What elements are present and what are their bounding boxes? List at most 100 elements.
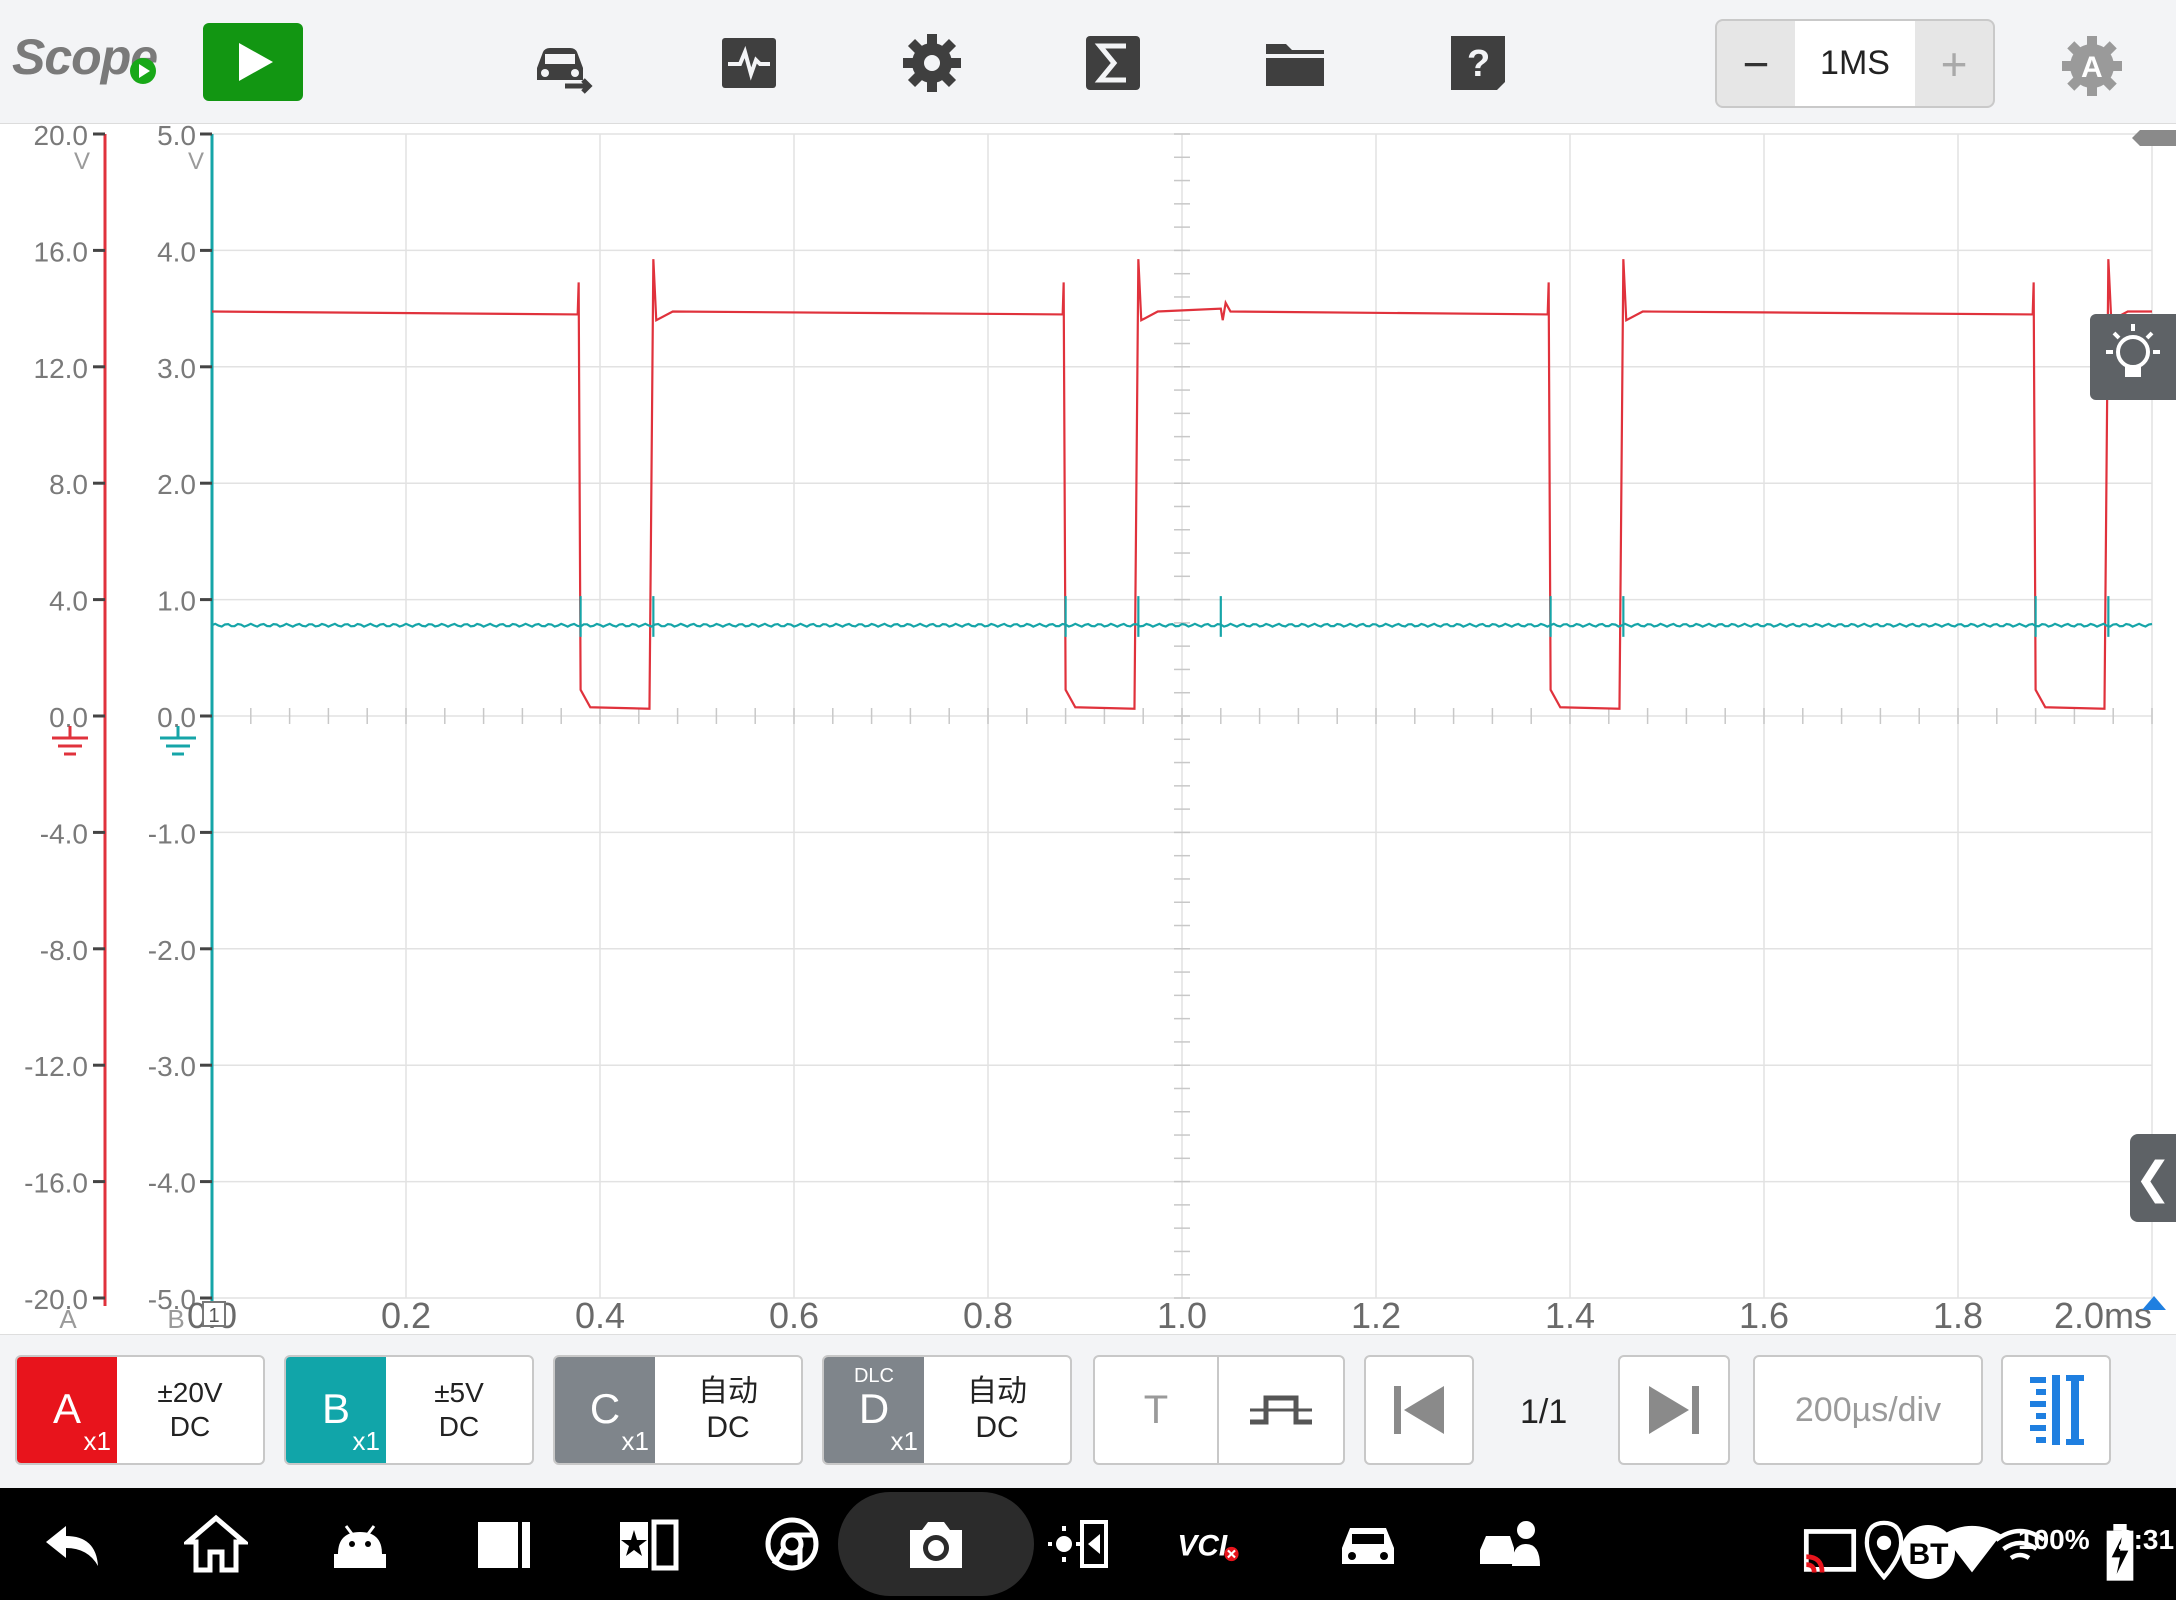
channel-a-tick-label: 16.0 bbox=[34, 236, 89, 267]
vci-connection-icon[interactable]: VCI bbox=[1176, 1514, 1266, 1574]
cast-icon bbox=[1798, 1522, 1857, 1573]
channel-a-tick-label: 8.0 bbox=[49, 469, 88, 500]
channel-b-tick-label: -4.0 bbox=[148, 1168, 196, 1199]
x-tick-label: 0.4 bbox=[575, 1295, 625, 1334]
channel-d-coupling: DC bbox=[975, 1411, 1019, 1444]
scope-plot[interactable]: 20.016.012.08.04.00.0-4.0-8.0-12.0-16.0-… bbox=[0, 124, 2176, 1334]
math-sigma-icon[interactable] bbox=[1078, 28, 1148, 98]
brightness-volume-icon[interactable] bbox=[1046, 1514, 1110, 1574]
channel-b-range-value: ±5V bbox=[434, 1377, 484, 1409]
channel-control-bar: A x1 ±20V DC B x1 ±5V DC C x1 自动 DC DLC … bbox=[0, 1334, 2176, 1488]
favorites-icon[interactable] bbox=[616, 1514, 680, 1574]
timebase-value: 200µs/div bbox=[1794, 1390, 1942, 1429]
cursor-measure-icon bbox=[2030, 1375, 2084, 1445]
technician-icon[interactable] bbox=[1478, 1514, 1542, 1574]
channel-a-tick-label: -4.0 bbox=[40, 818, 88, 849]
x-tick-label: 0.8 bbox=[963, 1295, 1013, 1334]
x-tick-label: 1.8 bbox=[1933, 1295, 1983, 1334]
record-indicator-icon bbox=[130, 58, 156, 84]
channel-a-coupling: DC bbox=[169, 1411, 211, 1442]
chevron-left-icon: ❮ bbox=[2134, 1153, 2172, 1203]
timescale-increase-button[interactable]: + bbox=[1915, 21, 1993, 106]
top-toolbar: Scope ? − 1MS + A bbox=[0, 0, 2176, 124]
settings-gear-icon[interactable] bbox=[897, 28, 967, 98]
channel-d-range[interactable]: 自动 DC bbox=[924, 1357, 1070, 1463]
home-icon[interactable] bbox=[181, 1514, 251, 1574]
channel-b-tick-label: 4.0 bbox=[157, 236, 196, 267]
channel-b-tick-label: 2.0 bbox=[157, 469, 196, 500]
trigger-edge-button[interactable] bbox=[1219, 1357, 1343, 1463]
channel-c-range-value: 自动 bbox=[698, 1375, 758, 1408]
channel-a-card[interactable]: A x1 ±20V DC bbox=[15, 1355, 265, 1465]
bluetooth-badge-icon: BT bbox=[1896, 1522, 1955, 1579]
folder-icon[interactable] bbox=[1260, 28, 1330, 98]
x-tick-label: 2.0ms bbox=[2054, 1295, 2152, 1334]
back-icon[interactable] bbox=[40, 1514, 104, 1574]
channel-a-axis-name: A bbox=[59, 1304, 77, 1334]
timebase-display[interactable]: 200µs/div bbox=[1753, 1355, 1983, 1465]
battery-percent: 100% bbox=[2018, 1524, 2090, 1555]
channel-c-card[interactable]: C x1 自动 DC bbox=[553, 1355, 803, 1465]
channel-b-range[interactable]: ±5V DC bbox=[386, 1357, 532, 1463]
x-tick-label: 0.2 bbox=[381, 1295, 431, 1334]
battery-charging-icon bbox=[2088, 1524, 2134, 1581]
channel-a-badge[interactable]: A x1 bbox=[17, 1357, 117, 1463]
trigger-position-label: 1 bbox=[208, 1305, 219, 1327]
channel-d-range-value: 自动 bbox=[967, 1375, 1027, 1408]
channel-b-badge[interactable]: B x1 bbox=[286, 1357, 386, 1463]
channel-a-range[interactable]: ±20V DC bbox=[117, 1357, 263, 1463]
scope-display[interactable]: 20.0 16.0 12.0 8.0 4.0 0.0 -4.0 -8.0 -12.0 -16.0-… bbox=[0, 124, 2176, 1334]
channel-a-tick-label: -12.0 bbox=[24, 1051, 88, 1082]
recent-apps-icon[interactable] bbox=[472, 1514, 536, 1574]
channel-d-multiplier: x1 bbox=[890, 1426, 918, 1456]
run-button[interactable] bbox=[203, 23, 303, 101]
skip-next-icon bbox=[1649, 1386, 1699, 1434]
x-tick-label: 1.0 bbox=[1157, 1295, 1207, 1334]
location-icon bbox=[1852, 1520, 1904, 1581]
channel-c-range[interactable]: 自动 DC bbox=[655, 1357, 801, 1463]
previous-frame-button[interactable] bbox=[1364, 1355, 1474, 1465]
system-navigation-bar: VCI BT 100% 2:31 bbox=[0, 1488, 2176, 1600]
skip-previous-icon bbox=[1394, 1386, 1444, 1434]
x-tick-label: 1.2 bbox=[1351, 1295, 1401, 1334]
screenshot-button[interactable] bbox=[838, 1492, 1034, 1596]
channel-b-card[interactable]: B x1 ±5V DC bbox=[284, 1355, 534, 1465]
clock: 2:31 bbox=[2118, 1524, 2175, 1555]
channel-b-multiplier: x1 bbox=[352, 1426, 380, 1456]
pulse-edge-icon bbox=[1250, 1395, 1312, 1425]
frame-page-indicator: 1/1 bbox=[1520, 1393, 1568, 1431]
channel-b-tick-label: 5.0 bbox=[157, 124, 196, 151]
channel-a-tick-label: 4.0 bbox=[49, 586, 88, 617]
channel-c-multiplier: x1 bbox=[621, 1426, 649, 1456]
help-icon-label: ? bbox=[1467, 43, 1490, 85]
timescale-value: 1MS bbox=[1795, 21, 1915, 106]
channel-d-badge[interactable]: DLC D x1 bbox=[824, 1357, 924, 1463]
channel-offset-marker bbox=[2132, 130, 2176, 146]
side-panel-expand-button[interactable]: ❮ bbox=[2130, 1134, 2176, 1222]
channel-c-coupling: DC bbox=[706, 1411, 750, 1444]
channel-a-tick-label: -20.0 bbox=[24, 1284, 88, 1315]
channel-c-badge[interactable]: C x1 bbox=[555, 1357, 655, 1463]
channel-a-tick-label: -16.0 bbox=[24, 1168, 88, 1199]
trigger-t-button[interactable]: T bbox=[1095, 1357, 1220, 1463]
x-tick-label: 1.4 bbox=[1545, 1295, 1595, 1334]
auto-setup-gear-icon[interactable]: A bbox=[2060, 34, 2124, 98]
help-icon[interactable]: ? bbox=[1443, 28, 1513, 98]
waveform-library-icon[interactable] bbox=[714, 28, 784, 98]
trigger-controls: T bbox=[1093, 1355, 1345, 1465]
android-apps-icon[interactable] bbox=[328, 1514, 392, 1574]
timescale-decrease-button[interactable]: − bbox=[1717, 21, 1795, 106]
camera-icon bbox=[910, 1522, 962, 1568]
channel-b-unit: V bbox=[188, 148, 204, 175]
cursor-measure-button[interactable] bbox=[2001, 1355, 2111, 1465]
next-frame-button[interactable] bbox=[1618, 1355, 1730, 1465]
vehicle-swap-icon[interactable] bbox=[525, 28, 595, 98]
channel-b-tick-label: 1.0 bbox=[157, 586, 196, 617]
channel-d-card[interactable]: DLC D x1 自动 DC bbox=[822, 1355, 1072, 1465]
browser-icon[interactable] bbox=[760, 1514, 824, 1574]
timescale-stepper[interactable]: − 1MS + bbox=[1715, 19, 1995, 108]
channel-a-multiplier: x1 bbox=[83, 1426, 111, 1456]
brightness-toggle-button[interactable] bbox=[2090, 314, 2176, 400]
signal-icon bbox=[1940, 1522, 2002, 1573]
vehicle-icon[interactable] bbox=[1336, 1514, 1400, 1574]
